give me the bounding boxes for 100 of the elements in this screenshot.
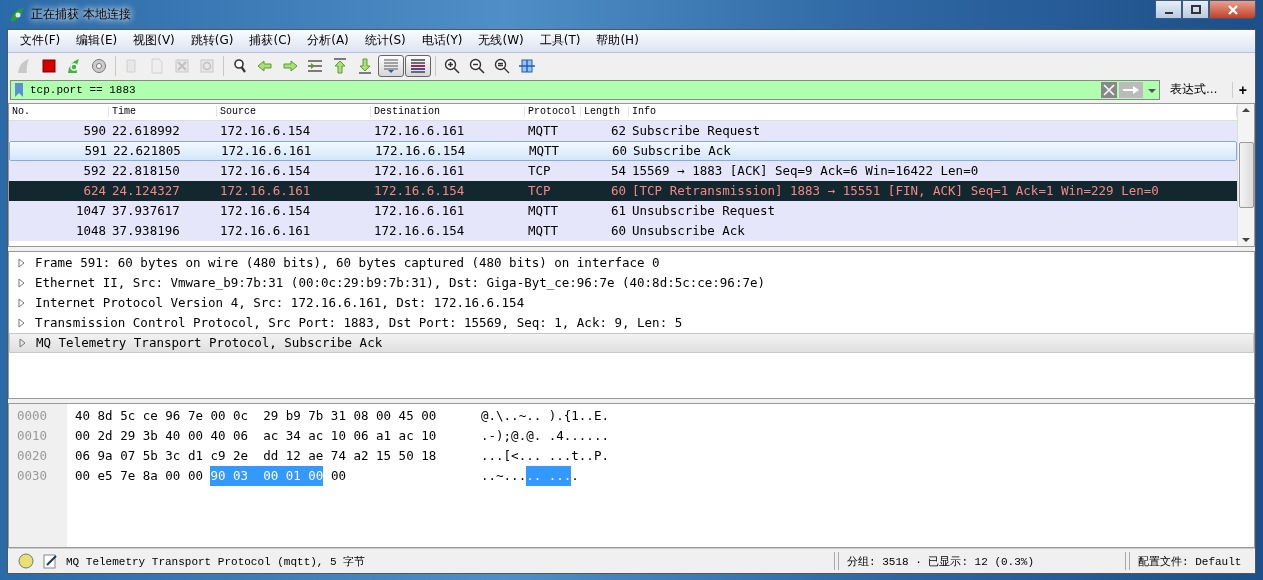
table-cell-text: 60 — [610, 143, 628, 159]
ascii-bytes: ...[<... ...t..P. — [481, 447, 609, 466]
table-cell-text: 591 — [83, 143, 108, 159]
table-cell-text: Subscribe Ack — [632, 143, 732, 159]
expression-button[interactable]: 表达式… — [1165, 81, 1226, 99]
menu-item[interactable]: 无线(W) — [470, 32, 532, 50]
tree-item[interactable]: Transmission Control Protocol, Src Port: 1883, Dst Port: 15569, Seq: 1, Ack: 9, Len: 5 — [35, 315, 683, 331]
byte-offset: 0030 — [17, 467, 49, 486]
minimize-button[interactable] — [1155, 0, 1182, 19]
packet-row[interactable]: 1048 37.938196 172.16.6.161 172.16.6.154 MQTT 60 Unsubscribe Ack — [9, 220, 1237, 241]
hex-bytes: 06 9a 07 5b 3c d1 c9 2e dd 12 ae 74 a2 15 50 18 — [75, 447, 437, 466]
table-cell-text: 172.16.6.154 — [373, 183, 466, 199]
tree-item[interactable]: Internet Protocol Version 4, Src: 172.16.6.161, Dst: 172.16.6.154 — [35, 295, 525, 311]
clear-icon[interactable] — [1100, 81, 1117, 98]
edit-note-icon[interactable] — [42, 553, 58, 569]
packet-row[interactable]: 592 22.818150 172.16.6.154 172.16.6.161 TCP 54 15569 → 1883 [ACK] Seq=9 Ack=6 Win=16422 Len=0 — [9, 160, 1237, 181]
tree-item[interactable]: Ethernet II, Src: Vmware_b9:7b:31 (00:0c:29:b9:7b:31), Dst: Giga-Byt_ce:96:7e (40:8d:5c:ce:96:7e) — [35, 275, 765, 291]
menu-item[interactable]: 文件(F) — [12, 32, 69, 50]
menu-item[interactable]: 分析(A) — [299, 32, 357, 50]
close-button[interactable] — [1209, 0, 1256, 19]
byte-offset: 0010 — [17, 427, 49, 446]
table-cell-text: 172.16.6.161 — [373, 163, 466, 179]
menu-item[interactable]: 电话(Y) — [413, 32, 471, 50]
ascii-bytes: . — [571, 467, 579, 486]
menu-item[interactable]: 统计(S) — [356, 32, 414, 50]
menu-item[interactable]: 工具(T) — [531, 32, 589, 50]
table-cell-text: 592 — [82, 163, 107, 179]
column-header[interactable]: Time — [109, 106, 217, 118]
status-indicator-icon[interactable] — [18, 553, 34, 569]
table-cell-text: 15569 → 1883 [ACK] Seq=9 Ack=6 Win=16422 Len=0 — [631, 163, 980, 179]
close-icon — [1226, 4, 1239, 15]
table-cell-text: 1047 — [74, 203, 107, 219]
scrollbar[interactable] — [1237, 103, 1254, 246]
menu-item[interactable]: 帮助(H) — [588, 32, 647, 50]
table-cell-text: Unsubscribe Ack — [631, 223, 746, 239]
app-icon — [9, 6, 25, 23]
ascii-bytes: .-);@.@. .4...... — [481, 427, 609, 446]
packet-row[interactable]: 591 22.621805 172.16.6.161 172.16.6.154 MQTT 60 Subscribe Ack — [9, 140, 1237, 161]
table-cell-text: 22.618992 — [111, 123, 181, 139]
column-header[interactable]: Length — [581, 106, 629, 118]
table-cell-text: 37.938196 — [111, 223, 181, 239]
table-cell-text: MQTT — [527, 203, 560, 219]
table-cell-text: 172.16.6.154 — [219, 163, 312, 179]
bookmark-icon[interactable] — [14, 81, 24, 98]
table-cell-text: 54 — [609, 163, 627, 179]
packet-count: 分组: 3518 · 已显示: 12 (0.3%) — [847, 554, 1036, 569]
menu-item[interactable]: 视图(V) — [125, 32, 183, 50]
column-header[interactable]: Protocol — [525, 106, 581, 118]
packet-row[interactable]: 624 24.124327 172.16.6.161 172.16.6.154 TCP 60 [TCP Retransmission] 1883 → 15551 [FIN, ACK] Seq=1 Ack=1 Win=229 Len=0 — [9, 180, 1237, 201]
table-cell-text: 61 — [609, 203, 627, 219]
column-header[interactable]: Source — [217, 106, 371, 118]
table-cell-text: Subscribe Request — [631, 123, 761, 139]
table-cell-text: 172.16.6.161 — [219, 223, 312, 239]
menu-item[interactable]: 编辑(E) — [68, 32, 126, 50]
hex-bytes: 90 03 00 01 00 — [210, 466, 324, 487]
maximize-icon — [1190, 4, 1201, 15]
table-cell-text: 24.124327 — [111, 183, 181, 199]
table-cell-text: MQTT — [528, 143, 561, 159]
ascii-bytes: ..~... — [481, 467, 527, 486]
window-title: 正在捕获 本地连接 — [31, 6, 131, 23]
table-cell-text: 172.16.6.161 — [220, 143, 313, 159]
hex-bytes: 00 2d 29 3b 40 00 40 06 ac 34 ac 10 06 a1 ac 10 — [75, 427, 437, 446]
table-cell-text: 62 — [609, 123, 627, 139]
expand-arrow-icon[interactable] — [17, 277, 27, 288]
column-header[interactable]: Destination — [371, 106, 525, 118]
column-header[interactable]: No. — [9, 106, 109, 118]
table-cell-text: 624 — [82, 183, 107, 199]
ascii-bytes: .. ... — [526, 466, 572, 487]
add-filter-button[interactable]: + — [1231, 81, 1253, 98]
table-cell-text: 60 — [609, 223, 627, 239]
filter-input[interactable]: tcp.port == 1883 — [26, 83, 1099, 96]
table-cell-text: 22.621805 — [112, 143, 182, 159]
expand-arrow-icon[interactable] — [17, 317, 27, 328]
expand-arrow-icon[interactable] — [17, 257, 27, 268]
table-cell-text: 172.16.6.161 — [373, 203, 466, 219]
profile-label[interactable]: 配置文件: Default — [1138, 553, 1242, 569]
menu-item[interactable]: 捕获(C) — [241, 32, 300, 50]
lines-icon[interactable] — [405, 54, 431, 77]
maximize-button[interactable] — [1182, 0, 1209, 19]
packet-row[interactable]: 1047 37.937617 172.16.6.154 172.16.6.161 MQTT 61 Unsubscribe Request — [9, 200, 1237, 221]
table-cell-text: 172.16.6.161 — [373, 123, 466, 139]
table-cell-text: 172.16.6.154 — [373, 223, 466, 239]
table-cell-text: 22.818150 — [111, 163, 181, 179]
expand-arrow-icon[interactable] — [18, 337, 28, 348]
table-cell-text: [TCP Retransmission] 1883 → 15551 [FIN, ACK] Seq=1 Ack=1 Win=229 Len=0 — [631, 183, 1160, 199]
packet-row[interactable]: 590 22.618992 172.16.6.154 172.16.6.161 MQTT 62 Subscribe Request — [9, 120, 1237, 141]
ascii-bytes: @.\..~.. ).{1..E. — [481, 407, 609, 426]
table-cell-text: 1048 — [74, 223, 107, 239]
status-text: MQ Telemetry Transport Protocol (mqtt), 5 字节 — [66, 554, 367, 569]
byte-offset: 0000 — [17, 407, 49, 426]
table-cell-text: 172.16.6.154 — [374, 143, 467, 159]
table-cell-text: TCP — [527, 183, 552, 199]
expand-arrow-icon[interactable] — [17, 297, 27, 308]
tree-item[interactable]: Frame 591: 60 bytes on wire (480 bits), 60 bytes captured (480 bits) on interface 0 — [35, 255, 660, 271]
table-cell-text: Unsubscribe Request — [631, 203, 776, 219]
display-filter-field[interactable]: tcp.port == 1883 — [10, 79, 1160, 100]
menu-item[interactable]: 跳转(G) — [182, 32, 242, 50]
table-cell-text: TCP — [527, 163, 552, 179]
byte-offset: 0020 — [17, 447, 49, 466]
autoscroll-icon[interactable] — [378, 54, 404, 77]
